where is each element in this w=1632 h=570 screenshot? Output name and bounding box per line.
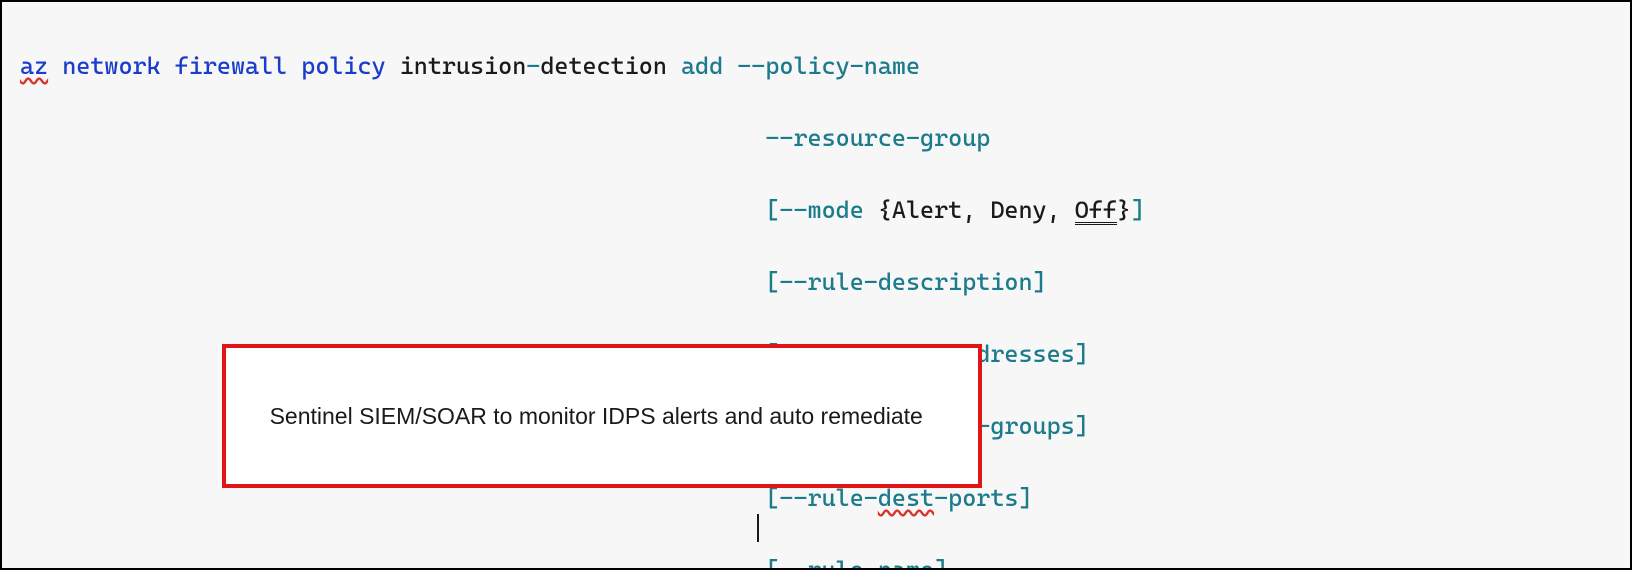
dash: -- bbox=[737, 52, 765, 80]
param-text: rule- bbox=[808, 484, 878, 512]
indent bbox=[20, 196, 765, 224]
brace-close: } bbox=[1117, 196, 1131, 224]
cmd-add: add bbox=[681, 52, 737, 80]
bracket-close: ] bbox=[1018, 484, 1032, 512]
cmd-intrusion: intrusion bbox=[400, 52, 527, 80]
dash: -- bbox=[779, 556, 807, 570]
callout-text: Sentinel SIEM/SOAR to monitor IDPS alert… bbox=[270, 403, 923, 429]
dash: - bbox=[526, 52, 540, 80]
cmd-az: az bbox=[20, 52, 48, 80]
dash: -- bbox=[779, 196, 807, 224]
line-rule-description: [--rule-description] bbox=[20, 264, 1612, 300]
bracket-close: ] bbox=[1075, 412, 1089, 440]
param-dest: dest bbox=[878, 484, 934, 512]
bracket-open: [ bbox=[765, 484, 779, 512]
bracket-close: ] bbox=[1131, 196, 1145, 224]
brace-open: { bbox=[878, 196, 892, 224]
param-mode: mode bbox=[808, 196, 878, 224]
bracket-open: [ bbox=[765, 268, 779, 296]
indent bbox=[20, 484, 765, 512]
param-resource-group: resource-group bbox=[793, 124, 990, 152]
line-rule-name: [--rule-name] bbox=[20, 552, 1612, 570]
param-text: -ports bbox=[934, 484, 1018, 512]
dash: -- bbox=[779, 484, 807, 512]
mode-values: Alert, Deny, bbox=[892, 196, 1075, 224]
param-rule-name: rule-name bbox=[808, 556, 935, 570]
bracket-close: ] bbox=[934, 556, 948, 570]
indent bbox=[20, 124, 765, 152]
bracket-open: [ bbox=[765, 196, 779, 224]
indent bbox=[20, 556, 765, 570]
indent bbox=[20, 268, 765, 296]
dash: -- bbox=[779, 268, 807, 296]
cmd-network-firewall-policy: network firewall policy bbox=[48, 52, 400, 80]
line-resource-group: --resource-group bbox=[20, 120, 1612, 156]
mode-off: Off bbox=[1075, 199, 1117, 225]
param-rule-description: rule-description bbox=[808, 268, 1033, 296]
param-policy-name: policy-name bbox=[765, 52, 920, 80]
bracket-close: ] bbox=[1033, 268, 1047, 296]
param-text: -groups bbox=[976, 412, 1074, 440]
command-line-1: az network firewall policy intrusion-det… bbox=[20, 48, 1612, 84]
annotation-callout: Sentinel SIEM/SOAR to monitor IDPS alert… bbox=[222, 344, 982, 488]
cli-help-block: az network firewall policy intrusion-det… bbox=[0, 0, 1632, 570]
text-cursor bbox=[757, 514, 759, 542]
bracket-close: ] bbox=[1075, 340, 1089, 368]
cmd-detection: detection bbox=[540, 52, 681, 80]
bracket-open: [ bbox=[765, 556, 779, 570]
dash: -- bbox=[765, 124, 793, 152]
line-mode: [--mode {Alert, Deny, Off}] bbox=[20, 192, 1612, 228]
